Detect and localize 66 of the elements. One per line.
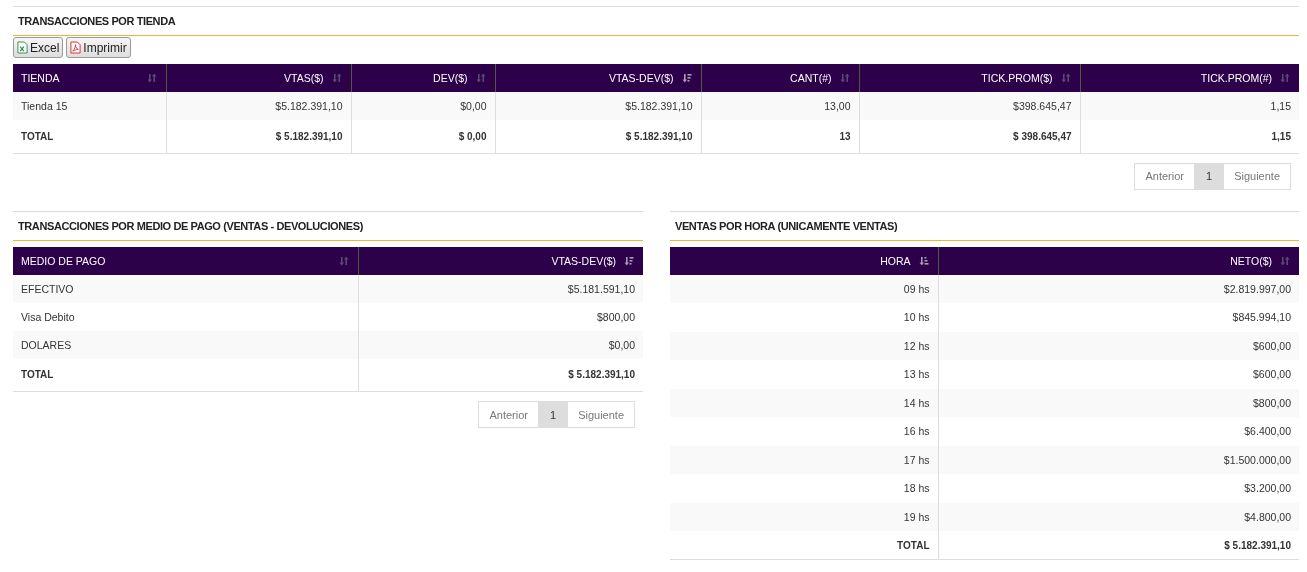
table-cell: $0,00 (351, 92, 495, 120)
table-cell: $4.800,00 (938, 502, 1299, 531)
section-title: TRANSACCIONES POR MEDIO DE PAGO (VENTAS - DEVOLUCIONES) (13, 210, 643, 241)
export-button[interactable]: Excel (13, 37, 64, 58)
table-cell: TOTAL (13, 358, 358, 392)
table-cell: $5.182.391,10 (495, 92, 701, 120)
column-header[interactable]: MEDIO DE PAGO (13, 246, 358, 275)
section-title: VENTAS POR HORA (UNICAMENTE VENTAS) (670, 210, 1299, 241)
table-cell: $0,00 (358, 330, 643, 359)
table-cell: $600,00 (938, 360, 1299, 389)
column-header[interactable]: TICK.PROM(#) (1080, 64, 1299, 92)
section-title: TRANSACCIONES POR TIENDA (13, 6, 1299, 36)
previous-page-button[interactable]: Anterior (1134, 162, 1195, 190)
previous-page-button[interactable]: Anterior (478, 401, 539, 428)
column-header[interactable]: NETO($) (938, 246, 1299, 275)
table-cell: 13 (701, 120, 859, 153)
table-cell: TOTAL (670, 531, 938, 560)
table-cell: 16 hs (670, 417, 938, 446)
column-header[interactable]: VTAS-DEV($) (495, 64, 701, 92)
table-cell: $6.400,00 (938, 417, 1299, 446)
column-header[interactable]: DEV($) (351, 64, 495, 92)
table-cell: 13 hs (670, 360, 938, 389)
table-cell: 1,15 (1080, 120, 1299, 153)
table-cell: Tienda 15 (13, 92, 166, 120)
pdf-file-icon (70, 41, 82, 54)
spreadsheet-file-icon (17, 41, 28, 54)
table-cell: $ 5.182.391,10 (495, 120, 701, 153)
table-cell: 17 hs (670, 445, 938, 474)
table-cell: $ 5.182.391,10 (938, 531, 1299, 560)
table-cell: $2.819.997,00 (938, 274, 1299, 303)
table-cell: 12 hs (670, 331, 938, 360)
table-cell: $845.994,10 (938, 303, 1299, 332)
table-cell: $ 5.182.391,10 (358, 358, 643, 392)
export-button[interactable]: Imprimir (66, 37, 131, 58)
column-header[interactable]: VTAS-DEV($) (358, 246, 643, 275)
table-cell: 13,00 (701, 92, 859, 120)
table-cell: $3.200,00 (938, 474, 1299, 503)
table-cell: $5.181.591,10 (358, 274, 643, 303)
table-cell: $5.182.391,10 (166, 92, 351, 120)
column-header[interactable]: HORA (670, 246, 938, 275)
table-cell: TOTAL (13, 120, 166, 153)
table-cell: $ 398.645,47 (859, 120, 1080, 153)
table-cell: 09 hs (670, 274, 938, 303)
table-cell: $800,00 (938, 388, 1299, 417)
table-cell: $1.500.000,00 (938, 445, 1299, 474)
table-cell: $ 0,00 (351, 120, 495, 153)
column-header[interactable]: CANT(#) (701, 64, 859, 92)
table-cell: 18 hs (670, 474, 938, 503)
table-cell: Visa Debito (13, 302, 358, 331)
table-cell: 14 hs (670, 388, 938, 417)
column-header[interactable]: VTAS($) (166, 64, 351, 92)
table-cell: DOLARES (13, 330, 358, 359)
next-page-button[interactable]: Siguiente (1223, 162, 1291, 190)
table-cell: $ 5.182.391,10 (166, 120, 351, 153)
table-cell: EFECTIVO (13, 274, 358, 303)
table-cell: $800,00 (358, 302, 643, 331)
column-header[interactable]: TIENDA (13, 64, 166, 92)
next-page-button[interactable]: Siguiente (567, 401, 635, 428)
table-cell: 10 hs (670, 303, 938, 332)
page-button[interactable]: 1 (1194, 162, 1225, 190)
table-cell: $398.645,47 (859, 92, 1080, 120)
page-button[interactable]: 1 (538, 401, 569, 428)
table-cell: 1,15 (1080, 92, 1299, 120)
column-header[interactable]: TICK.PROM($) (859, 64, 1080, 92)
table-cell: 19 hs (670, 502, 938, 531)
table-cell: $600,00 (938, 331, 1299, 360)
